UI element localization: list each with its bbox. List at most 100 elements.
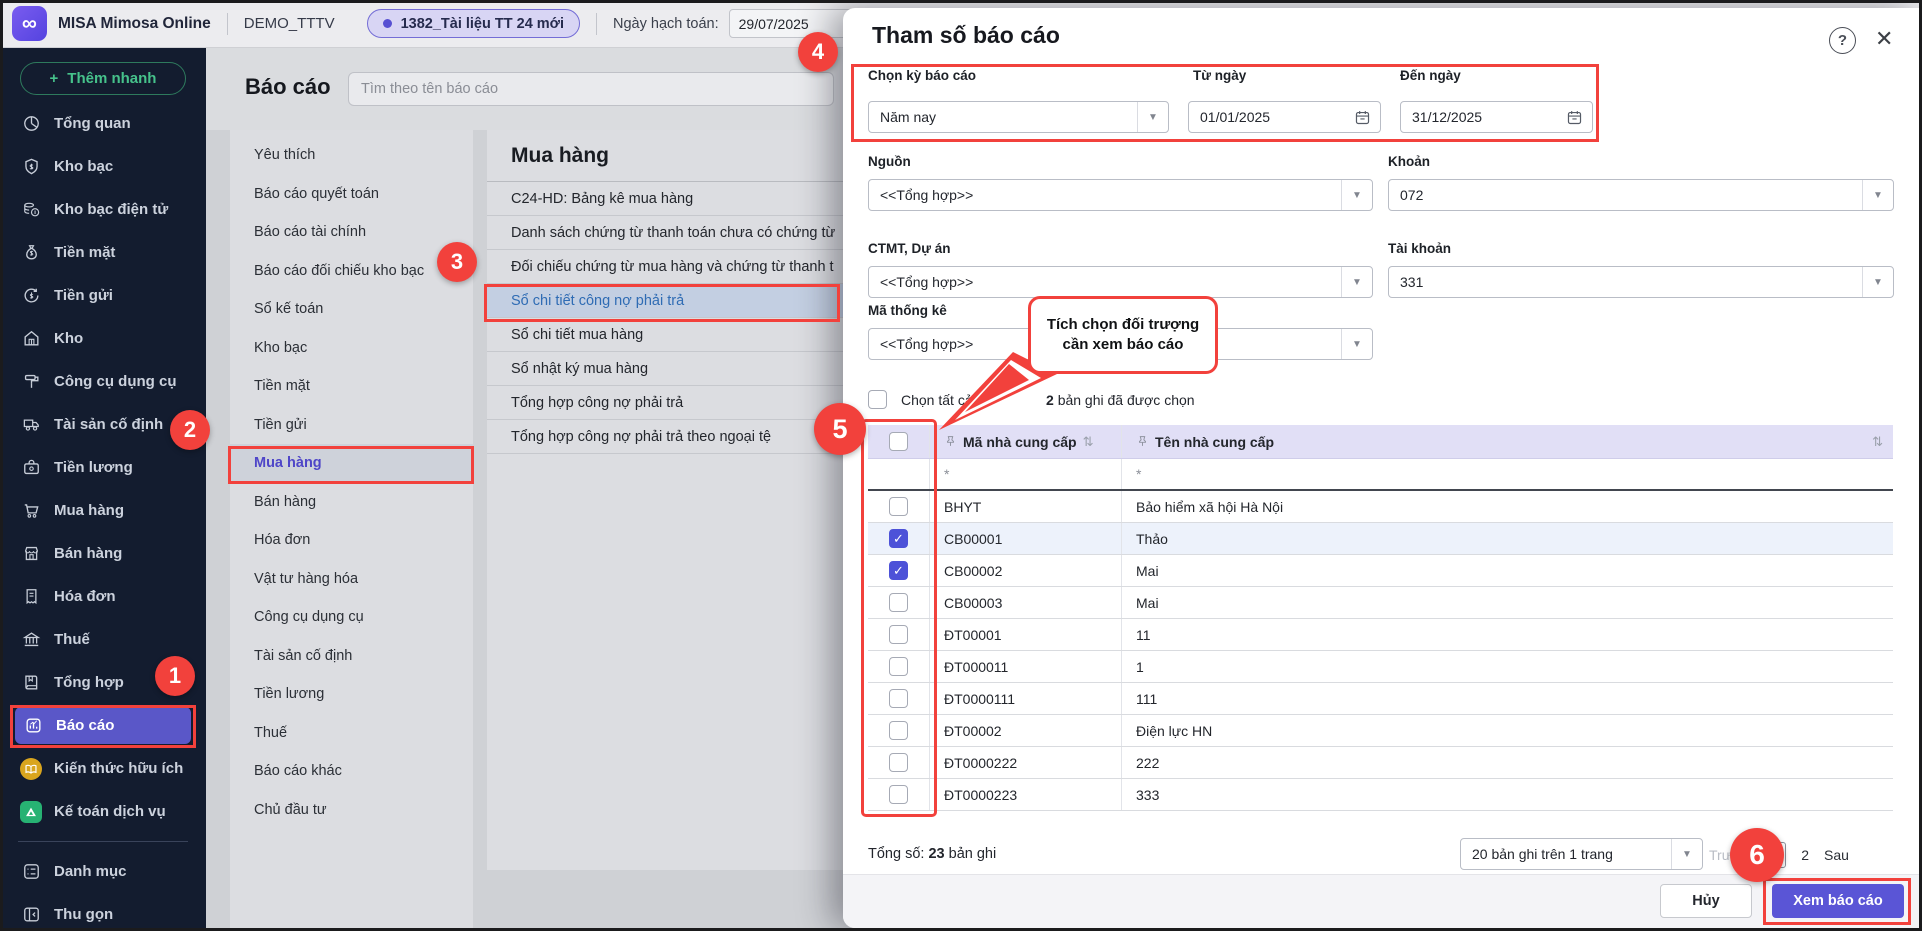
- report-item[interactable]: C24-HD: Bảng kê mua hàng: [487, 182, 860, 216]
- row-checkbox[interactable]: ✓: [889, 529, 908, 548]
- sidebar-item-overview[interactable]: Tổng quan: [0, 102, 206, 145]
- pagination-page-1[interactable]: 1: [1762, 842, 1786, 868]
- sidebar-item-sales-store[interactable]: Bán hàng: [0, 532, 206, 575]
- sort-icon[interactable]: ⇅: [1083, 434, 1094, 450]
- sidebar-item-purchase-cart[interactable]: Mua hàng: [0, 489, 206, 532]
- report-item[interactable]: Đối chiếu chứng từ mua hàng và chứng từ …: [487, 250, 860, 284]
- pagination-prev[interactable]: Trước: [1709, 847, 1747, 863]
- filter-operator[interactable]: *: [1136, 466, 1141, 482]
- category-item[interactable]: Mua hàng: [230, 444, 473, 483]
- pagination-next[interactable]: Sau: [1824, 847, 1849, 863]
- sidebar-item-accounting-service[interactable]: Kế toán dịch vụ: [0, 790, 206, 833]
- sidebar-item-tools[interactable]: Công cụ dụng cụ: [0, 360, 206, 403]
- row-checkbox[interactable]: ✓: [889, 785, 908, 804]
- sidebar-item-report-chart[interactable]: Báo cáo: [0, 704, 206, 747]
- table-row[interactable]: ✓ ĐT00001 11: [868, 619, 1893, 651]
- table-row[interactable]: ✓ ĐT00002 Điện lực HN: [868, 715, 1893, 747]
- sidebar-item-catalog-list[interactable]: Danh mục: [0, 850, 206, 893]
- source-select[interactable]: <<Tổng hợp>> ▼: [868, 179, 1373, 211]
- view-report-button[interactable]: Xem báo cáo: [1772, 884, 1904, 918]
- row-checkbox[interactable]: ✓: [889, 561, 908, 580]
- category-item[interactable]: Sổ kế toán: [230, 290, 473, 329]
- row-checkbox[interactable]: ✓: [889, 721, 908, 740]
- report-item[interactable]: Danh sách chứng từ thanh toán chưa có ch…: [487, 216, 860, 250]
- category-item[interactable]: Báo cáo tài chính: [230, 213, 473, 252]
- row-checkbox[interactable]: ✓: [889, 593, 908, 612]
- account-select[interactable]: 331 ▼: [1388, 266, 1894, 298]
- category-item[interactable]: Báo cáo quyết toán: [230, 175, 473, 214]
- sidebar-item-e-treasury[interactable]: Kho bạc điện tử: [0, 188, 206, 231]
- pin-icon[interactable]: [1136, 435, 1149, 448]
- sidebar-item-tax-bank[interactable]: Thuế: [0, 618, 206, 661]
- category-item[interactable]: Chủ đầu tư: [230, 791, 473, 830]
- posting-date-input[interactable]: 29/07/2025: [729, 9, 859, 38]
- sidebar-item-summary-ledger[interactable]: Tổng hợp: [0, 661, 206, 704]
- table-row[interactable]: ✓ ĐT000011 1: [868, 651, 1893, 683]
- category-item[interactable]: Hóa đơn: [230, 521, 473, 560]
- sidebar-item-deposit[interactable]: Tiền gửi: [0, 274, 206, 317]
- category-item[interactable]: Yêu thích: [230, 136, 473, 175]
- table-row[interactable]: ✓ ĐT0000111 111: [868, 683, 1893, 715]
- category-item[interactable]: Bán hàng: [230, 483, 473, 522]
- category-item[interactable]: Báo cáo đối chiếu kho bạc: [230, 252, 473, 291]
- period-select[interactable]: Năm nay ▼: [868, 101, 1169, 133]
- program-select[interactable]: <<Tổng hợp>> ▼: [868, 266, 1373, 298]
- help-icon[interactable]: ?: [1829, 27, 1856, 54]
- sidebar-item-salary[interactable]: Tiền lương: [0, 446, 206, 489]
- report-item[interactable]: Sổ nhật ký mua hàng: [487, 352, 860, 386]
- table-row[interactable]: ✓ CB00001 Thảo: [868, 523, 1893, 555]
- to-date-input[interactable]: 31/12/2025: [1400, 101, 1593, 133]
- filter-name-cell[interactable]: *: [1122, 466, 1893, 482]
- sidebar-item-treasury[interactable]: Kho bạc: [0, 145, 206, 188]
- category-item[interactable]: Tiền gửi: [230, 406, 473, 445]
- category-item[interactable]: Thuế: [230, 714, 473, 753]
- calendar-icon[interactable]: [1566, 109, 1583, 126]
- cancel-button[interactable]: Hủy: [1660, 884, 1752, 918]
- report-item[interactable]: Sổ chi tiết mua hàng: [487, 318, 860, 352]
- row-checkbox[interactable]: ✓: [889, 753, 908, 772]
- table-row[interactable]: ✓ CB00003 Mai: [868, 587, 1893, 619]
- report-item[interactable]: Tổng hợp công nợ phải trả: [487, 386, 860, 420]
- report-search-input[interactable]: [361, 81, 821, 97]
- filter-code-cell[interactable]: *: [930, 459, 1122, 489]
- report-item[interactable]: Tổng hợp công nợ phải trả theo ngoại tệ: [487, 420, 860, 454]
- header-select-checkbox[interactable]: ✓: [889, 432, 908, 451]
- quick-add-button[interactable]: + Thêm nhanh: [20, 62, 186, 95]
- report-item[interactable]: Sổ chi tiết công nợ phải trả: [487, 284, 860, 318]
- company-name[interactable]: DEMO_TTTV: [244, 15, 335, 32]
- sidebar-item-invoice[interactable]: Hóa đơn: [0, 575, 206, 618]
- category-item[interactable]: Vật tư hàng hóa: [230, 560, 473, 599]
- sidebar-item-knowledge[interactable]: Kiến thức hữu ích: [0, 747, 206, 790]
- row-checkbox[interactable]: ✓: [889, 689, 908, 708]
- document-badge[interactable]: 1382_Tài liệu TT 24 mới: [367, 9, 580, 38]
- filter-operator[interactable]: *: [944, 466, 949, 482]
- close-icon[interactable]: ✕: [1875, 26, 1893, 52]
- page-size-select[interactable]: 20 bản ghi trên 1 trang ▼: [1460, 838, 1703, 870]
- item-select[interactable]: 072 ▼: [1388, 179, 1894, 211]
- header-code-cell[interactable]: Mã nhà cung cấp ⇅: [930, 425, 1122, 458]
- category-item[interactable]: Báo cáo khác: [230, 752, 473, 791]
- category-item[interactable]: Tiền mặt: [230, 367, 473, 406]
- table-row[interactable]: ✓ ĐT0000223 333: [868, 779, 1893, 811]
- sidebar-item-warehouse[interactable]: Kho: [0, 317, 206, 360]
- from-date-input[interactable]: 01/01/2025: [1188, 101, 1381, 133]
- row-checkbox[interactable]: ✓: [889, 657, 908, 676]
- row-checkbox[interactable]: ✓: [889, 625, 908, 644]
- select-all-checkbox[interactable]: ✓: [868, 390, 887, 409]
- header-name-cell[interactable]: Tên nhà cung cấp ⇅: [1122, 434, 1893, 450]
- sort-icon[interactable]: ⇅: [1872, 434, 1883, 450]
- sidebar-item-collapse[interactable]: Thu gọn: [0, 893, 206, 931]
- row-checkbox[interactable]: ✓: [889, 497, 908, 516]
- pin-icon[interactable]: [944, 435, 957, 448]
- sidebar-item-fixed-asset[interactable]: Tài sản cố định: [0, 403, 206, 446]
- stat-code-select[interactable]: <<Tổng hợp>> ▼: [868, 328, 1373, 360]
- category-item[interactable]: Tài sản cố định: [230, 637, 473, 676]
- category-item[interactable]: Tiền lương: [230, 675, 473, 714]
- category-item[interactable]: Công cụ dụng cụ: [230, 598, 473, 637]
- sidebar-item-cash[interactable]: Tiền mặt: [0, 231, 206, 274]
- table-row[interactable]: ✓ ĐT0000222 222: [868, 747, 1893, 779]
- calendar-icon[interactable]: [1354, 109, 1371, 126]
- table-row[interactable]: ✓ BHYT Bảo hiểm xã hội Hà Nội: [868, 491, 1893, 523]
- report-search-box[interactable]: [348, 72, 834, 106]
- pagination-page-2[interactable]: 2: [1801, 847, 1809, 863]
